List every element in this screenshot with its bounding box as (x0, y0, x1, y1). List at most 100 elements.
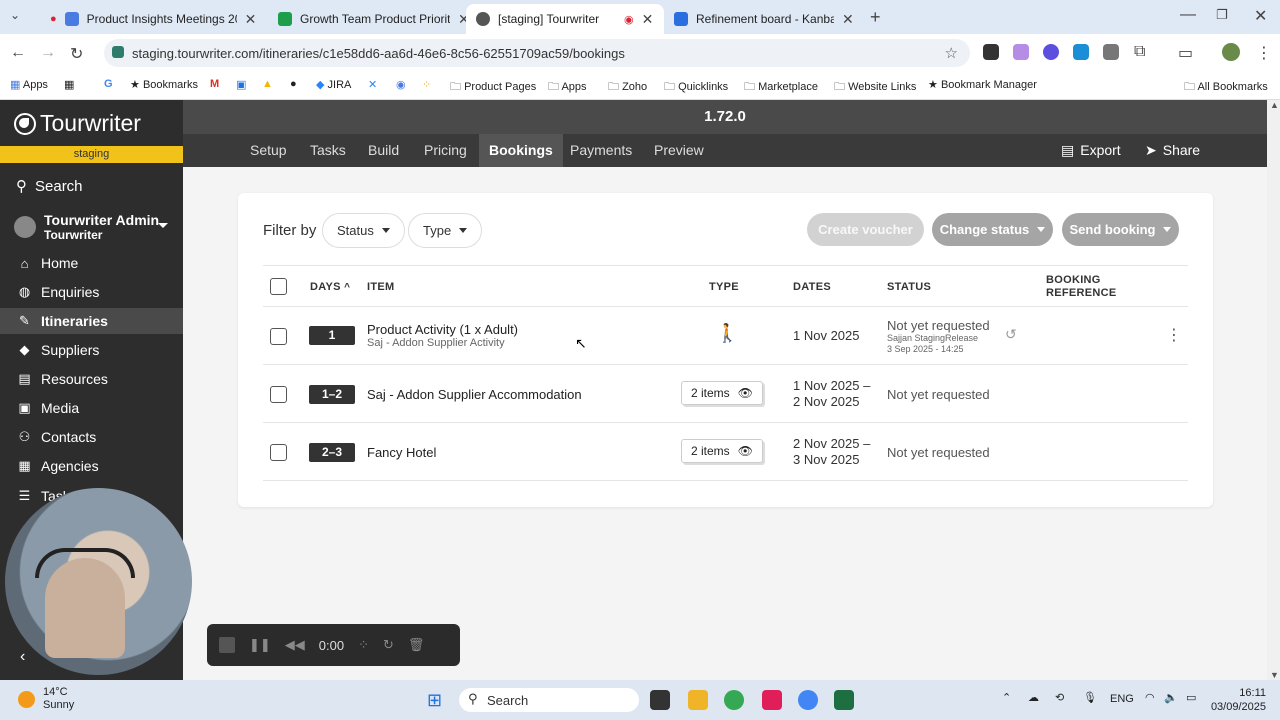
new-tab-icon[interactable]: + (870, 7, 881, 28)
sidebar-item-resources[interactable]: ▤ Resources (0, 366, 183, 392)
sidebar-item-home[interactable]: ⌂ Home (0, 250, 183, 276)
item-title[interactable]: Fancy Hotel (367, 445, 436, 460)
close-icon[interactable]: ✕ (245, 11, 257, 28)
browser-tab-3[interactable]: [staging] Tourwriter ◉ ✕ (466, 4, 664, 34)
tray-icon[interactable]: ☁ (1028, 691, 1039, 704)
grid-icon[interactable]: ▦ (64, 78, 74, 91)
restart-icon[interactable]: ↻ (383, 637, 394, 653)
browser-tab-2[interactable]: Growth Team Product Prioritisa ✕ (268, 4, 480, 34)
collapse-sidebar-icon[interactable]: ‹ (20, 648, 25, 666)
row-checkbox[interactable] (270, 444, 287, 461)
chevron-up-icon[interactable]: ⌃ (1002, 691, 1011, 704)
change-status-button[interactable]: Change status (932, 213, 1053, 246)
type-filter-dropdown[interactable]: Type (408, 213, 483, 248)
wifi-icon[interactable]: ◠ (1145, 691, 1155, 704)
star-icon[interactable]: ☆ (945, 44, 958, 62)
tab-list-icon[interactable]: ⌄ (10, 8, 20, 22)
extension-icon[interactable] (983, 44, 999, 60)
taskbar-search[interactable]: ⚲ Search (459, 688, 639, 712)
language-indicator[interactable]: ENG (1110, 693, 1134, 705)
tab-payments[interactable]: Payments (560, 134, 642, 167)
browser-tab-4[interactable]: Refinement board - Kanban Bo ✕ (664, 4, 864, 34)
extension-icon[interactable]: ◉ (396, 78, 406, 91)
sidebar-item-agencies[interactable]: ▦ Agencies (0, 453, 183, 479)
extension-icon[interactable] (1013, 44, 1029, 60)
user-menu[interactable]: Tourwriter Admin Tourwriter (14, 212, 159, 242)
bookmark-all[interactable]: 🗀 All Bookmarks (1184, 78, 1268, 97)
create-voucher-button[interactable]: Create voucher (807, 213, 924, 246)
export-button[interactable]: ▤ Export (1061, 134, 1121, 167)
bookmark-jira[interactable]: ◆ JIRA (316, 78, 351, 91)
stop-icon[interactable] (219, 637, 235, 653)
close-icon[interactable]: ✕ (842, 11, 854, 28)
windows-start-icon[interactable]: ⊞ (427, 690, 442, 711)
bookmark-website-links[interactable]: 🗀 Website Links (834, 78, 916, 97)
page-scrollbar[interactable]: ▲ ▼ (1267, 100, 1280, 680)
scroll-down-icon[interactable]: ▼ (1270, 670, 1279, 680)
trash-icon[interactable]: 🗑 (408, 637, 425, 653)
row-checkbox[interactable] (270, 386, 287, 403)
url-input[interactable]: staging.tourwriter.com/itineraries/c1e58… (104, 39, 970, 67)
table-row[interactable]: 2–3 Fancy Hotel 2 items 👁 2 Nov 2025 – 3 … (263, 423, 1188, 481)
gmail-icon[interactable]: M (210, 78, 219, 90)
bookmark-marketplace[interactable]: 🗀 Marketplace (744, 78, 818, 97)
slack-icon[interactable] (762, 690, 782, 710)
sidebar-item-media[interactable]: ▣ Media (0, 395, 183, 421)
extension-icon[interactable] (1103, 44, 1119, 60)
chrome-icon[interactable] (724, 690, 744, 710)
sidebar-item-itineraries[interactable]: ✎ Itineraries (0, 308, 183, 334)
tab-bookings[interactable]: Bookings (479, 134, 563, 167)
send-booking-button[interactable]: Send booking (1062, 213, 1179, 246)
status-filter-dropdown[interactable]: Status (322, 213, 405, 248)
share-button[interactable]: ➤ Share (1145, 134, 1200, 167)
sidebar-item-suppliers[interactable]: ◆ Suppliers (0, 337, 183, 363)
back-icon[interactable]: ← (10, 44, 26, 62)
tab-pricing[interactable]: Pricing (414, 134, 477, 167)
bookmark-zoho[interactable]: 🗀 Zoho (608, 78, 647, 97)
excel-icon[interactable] (834, 690, 854, 710)
taskbar-clock[interactable]: 16:11 03/09/2025 (1211, 686, 1266, 714)
drive-icon[interactable]: ▲ (262, 78, 273, 90)
volume-icon[interactable]: 🔈 (1164, 691, 1178, 704)
microphone-icon[interactable]: 🎙 (1083, 691, 1097, 704)
item-title[interactable]: Product Activity (1 x Adult) (367, 322, 518, 337)
forward-icon[interactable]: → (40, 44, 56, 62)
tab-setup[interactable]: Setup (240, 134, 297, 167)
sidebar-search[interactable]: ⚲ Search (16, 177, 83, 196)
sync-icon[interactable]: ⟲ (1055, 691, 1064, 704)
sidebar-item-contacts[interactable]: ⚇ Contacts (0, 424, 183, 450)
battery-icon[interactable]: ▭ (1186, 691, 1196, 704)
calendar-icon[interactable]: ▣ (236, 78, 246, 91)
task-view-icon[interactable] (650, 690, 670, 710)
github-icon[interactable]: ● (290, 78, 297, 90)
days-column-header[interactable]: DAYS ^ (310, 281, 350, 293)
tab-build[interactable]: Build (358, 134, 409, 167)
rewind-icon[interactable]: ◀◀ (285, 637, 305, 653)
browser-menu-icon[interactable]: ⋮ (1256, 43, 1272, 63)
bookmark-quicklinks[interactable]: 🗀 Quicklinks (664, 78, 728, 97)
chevron-down-icon[interactable] (158, 223, 168, 228)
profile-avatar[interactable] (1222, 43, 1240, 61)
site-info-icon[interactable] (112, 46, 124, 58)
bookmark-apps[interactable]: ▦ Apps (10, 78, 48, 91)
close-icon[interactable]: ✕ (642, 11, 654, 28)
extension-icon[interactable] (1043, 44, 1059, 60)
tourwriter-logo[interactable]: Tourwriter (14, 110, 141, 137)
weather-widget[interactable]: 14°C Sunny (43, 686, 74, 712)
table-row[interactable]: 1–2 Saj - Addon Supplier Accommodation 2… (263, 365, 1188, 423)
bookmark-product-pages[interactable]: 🗀 Product Pages (450, 78, 536, 97)
window-close-icon[interactable]: ✕ (1254, 6, 1267, 26)
extension-icon[interactable] (1073, 44, 1089, 60)
bookmark-manager[interactable]: ★ Bookmark Manager (928, 78, 1037, 91)
slack-icon[interactable]: ⁘ (422, 78, 431, 91)
items-preview-button[interactable]: 2 items 👁 (681, 439, 763, 463)
reload-icon[interactable]: ↻ (70, 44, 83, 64)
restore-icon[interactable]: ❐ (1216, 7, 1228, 23)
scroll-up-icon[interactable]: ▲ (1270, 100, 1279, 110)
chrome-icon[interactable] (798, 690, 818, 710)
extensions-puzzle-icon[interactable]: ⧉ (1134, 43, 1145, 61)
google-icon[interactable]: G (104, 78, 113, 90)
file-explorer-icon[interactable] (688, 690, 708, 710)
history-icon[interactable]: ↺ (1005, 326, 1017, 343)
bookmark-bookmarks[interactable]: ★ Bookmarks (130, 78, 198, 91)
